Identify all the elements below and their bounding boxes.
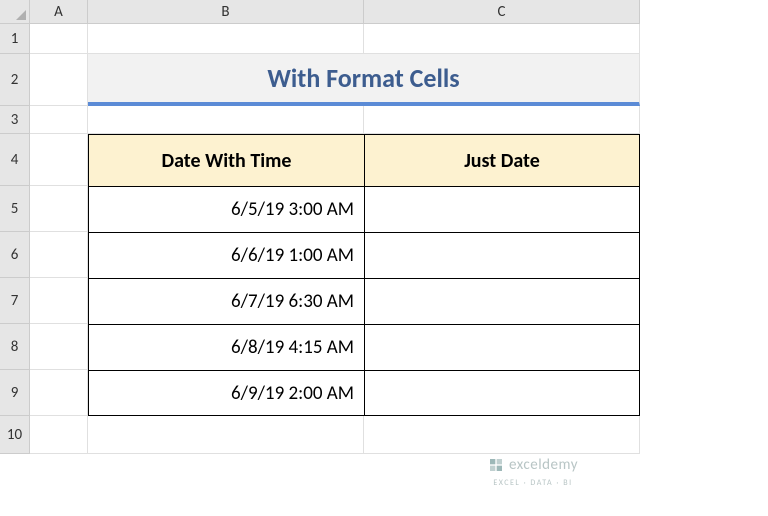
cell-A5[interactable] — [30, 186, 88, 232]
spreadsheet-grid: A B C 1 2 With Format Cells 3 4 Date Wit… — [0, 0, 768, 454]
cell-C3[interactable] — [364, 106, 640, 134]
col-header-C[interactable]: C — [364, 0, 640, 24]
row-header-6[interactable]: 6 — [0, 232, 30, 278]
table-row[interactable]: 6/7/19 6:30 AM — [88, 278, 364, 324]
row-header-10[interactable]: 10 — [0, 416, 30, 454]
table-row[interactable]: 6/8/19 4:15 AM — [88, 324, 364, 370]
row-header-1[interactable]: 1 — [0, 24, 30, 54]
row-header-3[interactable]: 3 — [0, 106, 30, 134]
col-header-B[interactable]: B — [88, 0, 364, 24]
cell-B1[interactable] — [88, 24, 364, 54]
cell-B10[interactable] — [88, 416, 364, 454]
col-header-A[interactable]: A — [30, 0, 88, 24]
table-header-date-with-time[interactable]: Date With Time — [88, 134, 364, 186]
table-row[interactable]: 6/9/19 2:00 AM — [88, 370, 364, 416]
cell-A7[interactable] — [30, 278, 88, 324]
cell-A3[interactable] — [30, 106, 88, 134]
cell-A6[interactable] — [30, 232, 88, 278]
cell-A4[interactable] — [30, 134, 88, 186]
cell-A9[interactable] — [30, 370, 88, 416]
cell-A10[interactable] — [30, 416, 88, 454]
watermark-brand: exceldemy — [509, 456, 578, 474]
watermark-tag: EXCEL · DATA · BI — [493, 478, 572, 488]
table-row[interactable]: 6/5/19 3:00 AM — [88, 186, 364, 232]
cell-C1[interactable] — [364, 24, 640, 54]
table-row[interactable] — [364, 370, 640, 416]
table-row[interactable]: 6/6/19 1:00 AM — [88, 232, 364, 278]
table-row[interactable] — [364, 278, 640, 324]
row-header-9[interactable]: 9 — [0, 370, 30, 416]
watermark: exceldemy EXCEL · DATA · BI — [488, 456, 578, 488]
cell-A1[interactable] — [30, 24, 88, 54]
row-header-4[interactable]: 4 — [0, 134, 30, 186]
title-cell[interactable]: With Format Cells — [88, 54, 640, 106]
table-header-just-date[interactable]: Just Date — [364, 134, 640, 186]
row-header-7[interactable]: 7 — [0, 278, 30, 324]
cell-A8[interactable] — [30, 324, 88, 370]
cell-C10[interactable] — [364, 416, 640, 454]
logo-icon — [488, 457, 504, 473]
table-row[interactable] — [364, 232, 640, 278]
table-row[interactable] — [364, 324, 640, 370]
cell-A2[interactable] — [30, 54, 88, 106]
select-all-corner[interactable] — [0, 0, 30, 24]
row-header-5[interactable]: 5 — [0, 186, 30, 232]
row-header-2[interactable]: 2 — [0, 54, 30, 106]
row-header-8[interactable]: 8 — [0, 324, 30, 370]
table-row[interactable] — [364, 186, 640, 232]
cell-B3[interactable] — [88, 106, 364, 134]
